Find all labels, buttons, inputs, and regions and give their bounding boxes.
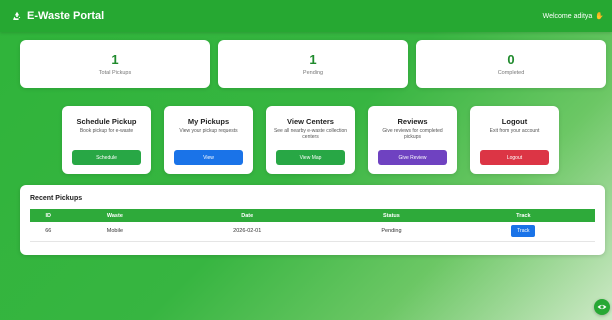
action-card-logout: Logout Exit from your account Logout [470, 106, 559, 174]
recent-pickups-panel: Recent Pickups ID Waste Date Status Trac… [20, 185, 605, 255]
cell-id: 66 [45, 228, 52, 235]
eye-icon [597, 304, 607, 310]
column-header-id: ID [45, 212, 52, 219]
stat-label: Total Pickups [98, 70, 132, 76]
action-desc: View your pickup requests [179, 128, 238, 134]
column-header-status: Status [383, 212, 400, 219]
action-desc: Give reviews for completed pickups [382, 128, 443, 140]
action-card-reviews: Reviews Give reviews for completed picku… [368, 106, 457, 174]
give-review-button[interactable]: Give Review [378, 150, 447, 165]
cell-waste: Mobile [106, 228, 123, 235]
floating-eye-button[interactable] [594, 299, 610, 315]
stat-label: Pending [302, 70, 324, 76]
welcome-message: Welcome aditya ✋ [542, 12, 604, 21]
logout-button[interactable]: Logout [480, 150, 549, 165]
recycle-icon [13, 11, 21, 20]
wave-icon: ✋ [595, 13, 604, 20]
schedule-button[interactable]: Schedule [72, 150, 141, 165]
table-header-row: ID Waste Date Status Track [30, 209, 595, 222]
recent-pickups-table: ID Waste Date Status Track 66 Mobile 202… [30, 209, 595, 242]
stat-card-total-pickups: 1 Total Pickups [20, 40, 210, 88]
brand[interactable]: E-Waste Portal [12, 10, 104, 22]
action-title: My Pickups [187, 117, 230, 126]
cell-status: Pending [381, 228, 402, 235]
stat-value: 1 [111, 52, 119, 67]
action-title: Reviews [397, 117, 428, 126]
stat-card-pending: 1 Pending [218, 40, 408, 88]
table-row: 66 Mobile 2026-02-01 Pending Track [30, 222, 595, 241]
action-title: Schedule Pickup [76, 117, 137, 126]
action-desc: See all nearby e-waste collection center… [273, 128, 348, 140]
cell-track: Track [452, 222, 595, 241]
stat-label: Completed [497, 70, 525, 76]
welcome-text: Welcome aditya [542, 12, 593, 20]
stat-card-completed: 0 Completed [416, 40, 606, 88]
stat-value: 0 [507, 52, 515, 67]
track-button[interactable]: Track [511, 225, 536, 238]
action-card-view-centers: View Centers See all nearby e-waste coll… [266, 106, 355, 174]
brand-title: E-Waste Portal [27, 10, 105, 22]
column-header-track: Track [516, 212, 531, 219]
action-card-my-pickups: My Pickups View your pickup requests Vie… [164, 106, 253, 174]
action-title: View Centers [287, 117, 334, 126]
column-header-date: Date [241, 212, 254, 219]
view-map-button[interactable]: View Map [276, 150, 345, 165]
recent-pickups-title: Recent Pickups [30, 195, 83, 202]
stat-value: 1 [309, 52, 317, 67]
column-header-waste: Waste [106, 212, 123, 219]
action-card-schedule-pickup: Schedule Pickup Book pickup for e-waste … [62, 106, 151, 174]
navbar: E-Waste Portal Welcome aditya ✋ [0, 0, 612, 32]
cell-date: 2026-02-01 [233, 228, 262, 235]
action-desc: Exit from your account [489, 128, 540, 134]
view-pickups-button[interactable]: View [174, 150, 243, 165]
action-desc: Book pickup for e-waste [79, 128, 134, 134]
action-title: Logout [501, 117, 528, 126]
